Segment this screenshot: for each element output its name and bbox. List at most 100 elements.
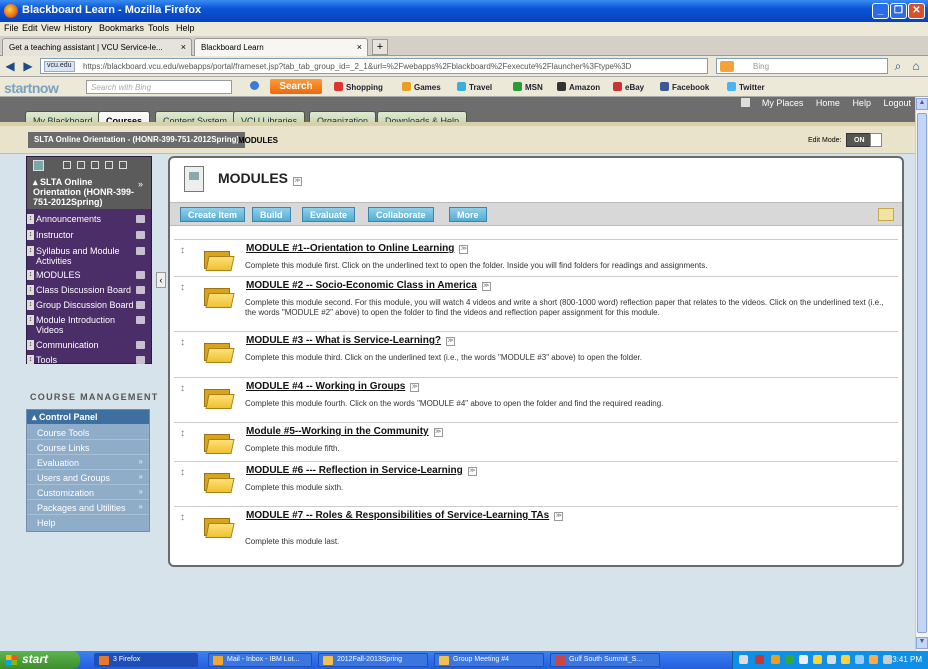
item-options-icon[interactable]: ≫ xyxy=(446,337,456,346)
logout-link[interactable]: Logout xyxy=(883,98,911,108)
course-menu-item-announcements[interactable]: ↕ Announcements xyxy=(27,214,151,224)
toolbar-link-travel[interactable]: Travel xyxy=(457,82,492,92)
taskbar-item-mail[interactable]: Mail - Inbox - IBM Lot... xyxy=(208,653,312,667)
drag-handle-icon[interactable]: ↕ xyxy=(180,428,185,439)
course-menu-item-communication[interactable]: ↕ Communication xyxy=(27,340,151,350)
menu-edit[interactable]: Edit xyxy=(22,23,38,33)
cp-users-and-groups[interactable]: Users and Groups» xyxy=(27,471,149,485)
drag-handle-icon[interactable]: ↕ xyxy=(180,512,185,523)
menu-options-icon[interactable] xyxy=(136,301,145,309)
start-button[interactable]: start xyxy=(0,651,80,669)
window-icon[interactable] xyxy=(119,161,127,169)
menu-bookmarks[interactable]: Bookmarks xyxy=(99,23,144,33)
course-menu-item-group-discussion[interactable]: ↕ Group Discussion Board xyxy=(27,300,151,310)
drag-handle-icon[interactable]: ↕ xyxy=(27,270,34,280)
item-options-icon[interactable]: ≫ xyxy=(459,245,469,254)
module-link[interactable]: MODULE #7 -- Roles & Responsibilities of… xyxy=(246,510,564,521)
url-bar[interactable]: vcu.edu https://blackboard.vcu.edu/webap… xyxy=(40,58,708,74)
search-options-icon[interactable] xyxy=(250,81,262,91)
browser-search-box[interactable]: Bing xyxy=(716,58,888,74)
drag-handle-icon[interactable]: ↕ xyxy=(27,230,34,240)
drag-handle-icon[interactable]: ↕ xyxy=(27,355,34,365)
toolbar-link-ebay[interactable]: eBay xyxy=(613,82,644,92)
menu-options-icon[interactable] xyxy=(136,215,145,223)
module-link[interactable]: MODULE #6 --- Reflection in Service-Lear… xyxy=(246,465,477,476)
drag-handle-icon[interactable]: ↕ xyxy=(27,300,34,310)
scroll-down-arrow-icon[interactable]: ▼ xyxy=(916,637,928,649)
course-title[interactable]: ▴ SLTA Online Orientation (HONR-399-751-… xyxy=(33,177,137,207)
module-link[interactable]: MODULE #4 -- Working in Groups ≫ xyxy=(246,381,420,392)
menu-options-icon[interactable] xyxy=(136,231,145,239)
tray-icon[interactable] xyxy=(813,655,822,664)
menu-view[interactable]: View xyxy=(41,23,60,33)
drag-handle-icon[interactable]: ↕ xyxy=(180,245,185,256)
course-menu-item-videos[interactable]: ↕ Module Introduction Videos xyxy=(27,315,145,335)
menu-options-icon[interactable] xyxy=(136,341,145,349)
refresh-icon[interactable] xyxy=(33,160,44,171)
module-link[interactable]: MODULE #2 -- Socio-Economic Class in Ame… xyxy=(246,280,491,291)
item-options-icon[interactable]: ≫ xyxy=(481,282,491,291)
drag-handle-icon[interactable]: ↕ xyxy=(180,337,185,348)
volume-icon[interactable] xyxy=(883,655,892,664)
drag-handle-icon[interactable]: ↕ xyxy=(180,383,185,394)
course-menu-item-syllabus[interactable]: ↕ Syllabus and Module Activities xyxy=(27,246,145,266)
evaluate-button[interactable]: Evaluate xyxy=(302,207,356,222)
new-tab-button[interactable]: + xyxy=(372,39,388,55)
module-link[interactable]: Module #5--Working in the Community ≫ xyxy=(246,426,443,437)
course-menu-item-instructor[interactable]: ↕ Instructor xyxy=(27,230,151,240)
drag-handle-icon[interactable]: ↕ xyxy=(180,467,185,478)
toolbar-link-shopping[interactable]: Shopping xyxy=(334,82,383,92)
tray-icon[interactable] xyxy=(771,655,780,664)
cp-course-tools[interactable]: Course Tools xyxy=(27,426,149,440)
toolbar-search-button[interactable]: Search xyxy=(270,79,322,94)
course-menu-item-tools[interactable]: ↕ Tools xyxy=(27,355,151,365)
toolbar-link-twitter[interactable]: Twitter xyxy=(727,82,765,92)
create-item-button[interactable]: Create Item xyxy=(180,207,246,222)
item-options-icon[interactable]: ≫ xyxy=(410,383,420,392)
menu-options-icon[interactable] xyxy=(136,286,145,294)
course-menu-item-class-discussion[interactable]: ↕ Class Discussion Board xyxy=(27,285,151,295)
my-places-link[interactable]: My Places xyxy=(740,98,803,108)
toolbar-link-facebook[interactable]: Facebook xyxy=(660,82,709,92)
edit-mode-toggle[interactable]: ON xyxy=(846,133,882,147)
drag-handle-icon[interactable]: ↕ xyxy=(27,214,34,224)
drag-handle-icon[interactable]: ↕ xyxy=(27,340,34,350)
scroll-up-arrow-icon[interactable]: ▲ xyxy=(916,98,928,110)
back-arrow-icon[interactable]: ◀ xyxy=(2,59,18,74)
tray-icon[interactable] xyxy=(785,655,794,664)
tray-icon[interactable] xyxy=(841,655,850,664)
module-link[interactable]: MODULE #1--Orientation to Online Learnin… xyxy=(246,243,469,254)
cp-help[interactable]: Help xyxy=(27,516,149,530)
collaborate-button[interactable]: Collaborate xyxy=(368,207,434,222)
collapse-menu-button[interactable]: ‹ xyxy=(156,272,166,288)
taskbar-item-firefox[interactable]: 3 Firefox xyxy=(94,653,198,667)
maximize-button[interactable]: ❐ xyxy=(890,3,907,19)
tray-icon[interactable] xyxy=(739,655,748,664)
cp-evaluation[interactable]: Evaluation» xyxy=(27,456,149,470)
folder-view-icon[interactable] xyxy=(63,161,71,169)
tree-view-icon[interactable] xyxy=(91,161,99,169)
menu-options-icon[interactable] xyxy=(136,316,145,324)
toolbar-search-input[interactable]: Search with Bing xyxy=(86,80,232,94)
item-options-icon[interactable]: ≫ xyxy=(433,428,443,437)
menu-options-icon[interactable] xyxy=(136,356,145,364)
cp-packages-utilities[interactable]: Packages and Utilities» xyxy=(27,501,149,515)
tray-icon[interactable] xyxy=(827,655,836,664)
taskbar-item-folder-2012fall[interactable]: 2012Fall-2013Spring xyxy=(318,653,428,667)
menu-options-icon[interactable] xyxy=(136,247,145,255)
taskbar-item-group-meeting[interactable]: Group Meeting #4 xyxy=(434,653,544,667)
drag-handle-icon[interactable]: ↕ xyxy=(27,246,34,256)
page-scrollbar[interactable]: ▲ ▼ xyxy=(915,97,928,651)
cp-course-links[interactable]: Course Links xyxy=(27,441,149,455)
course-menu-expand-icon[interactable]: » xyxy=(138,179,143,189)
tray-icon[interactable] xyxy=(755,655,764,664)
menu-options-icon[interactable] xyxy=(136,271,145,279)
breadcrumb-course[interactable]: SLTA Online Orientation - (HONR-399-751-… xyxy=(28,132,246,148)
build-button[interactable]: Build xyxy=(252,207,291,222)
module-link[interactable]: MODULE #3 -- What is Service-Learning? ≫ xyxy=(246,335,456,346)
scrollbar-thumb[interactable] xyxy=(917,113,927,633)
close-button[interactable]: ✕ xyxy=(908,3,925,19)
drag-handle-icon[interactable]: ↕ xyxy=(180,282,185,293)
settings-icon[interactable] xyxy=(105,161,113,169)
course-menu-item-modules[interactable]: ↕ MODULES xyxy=(27,270,151,280)
